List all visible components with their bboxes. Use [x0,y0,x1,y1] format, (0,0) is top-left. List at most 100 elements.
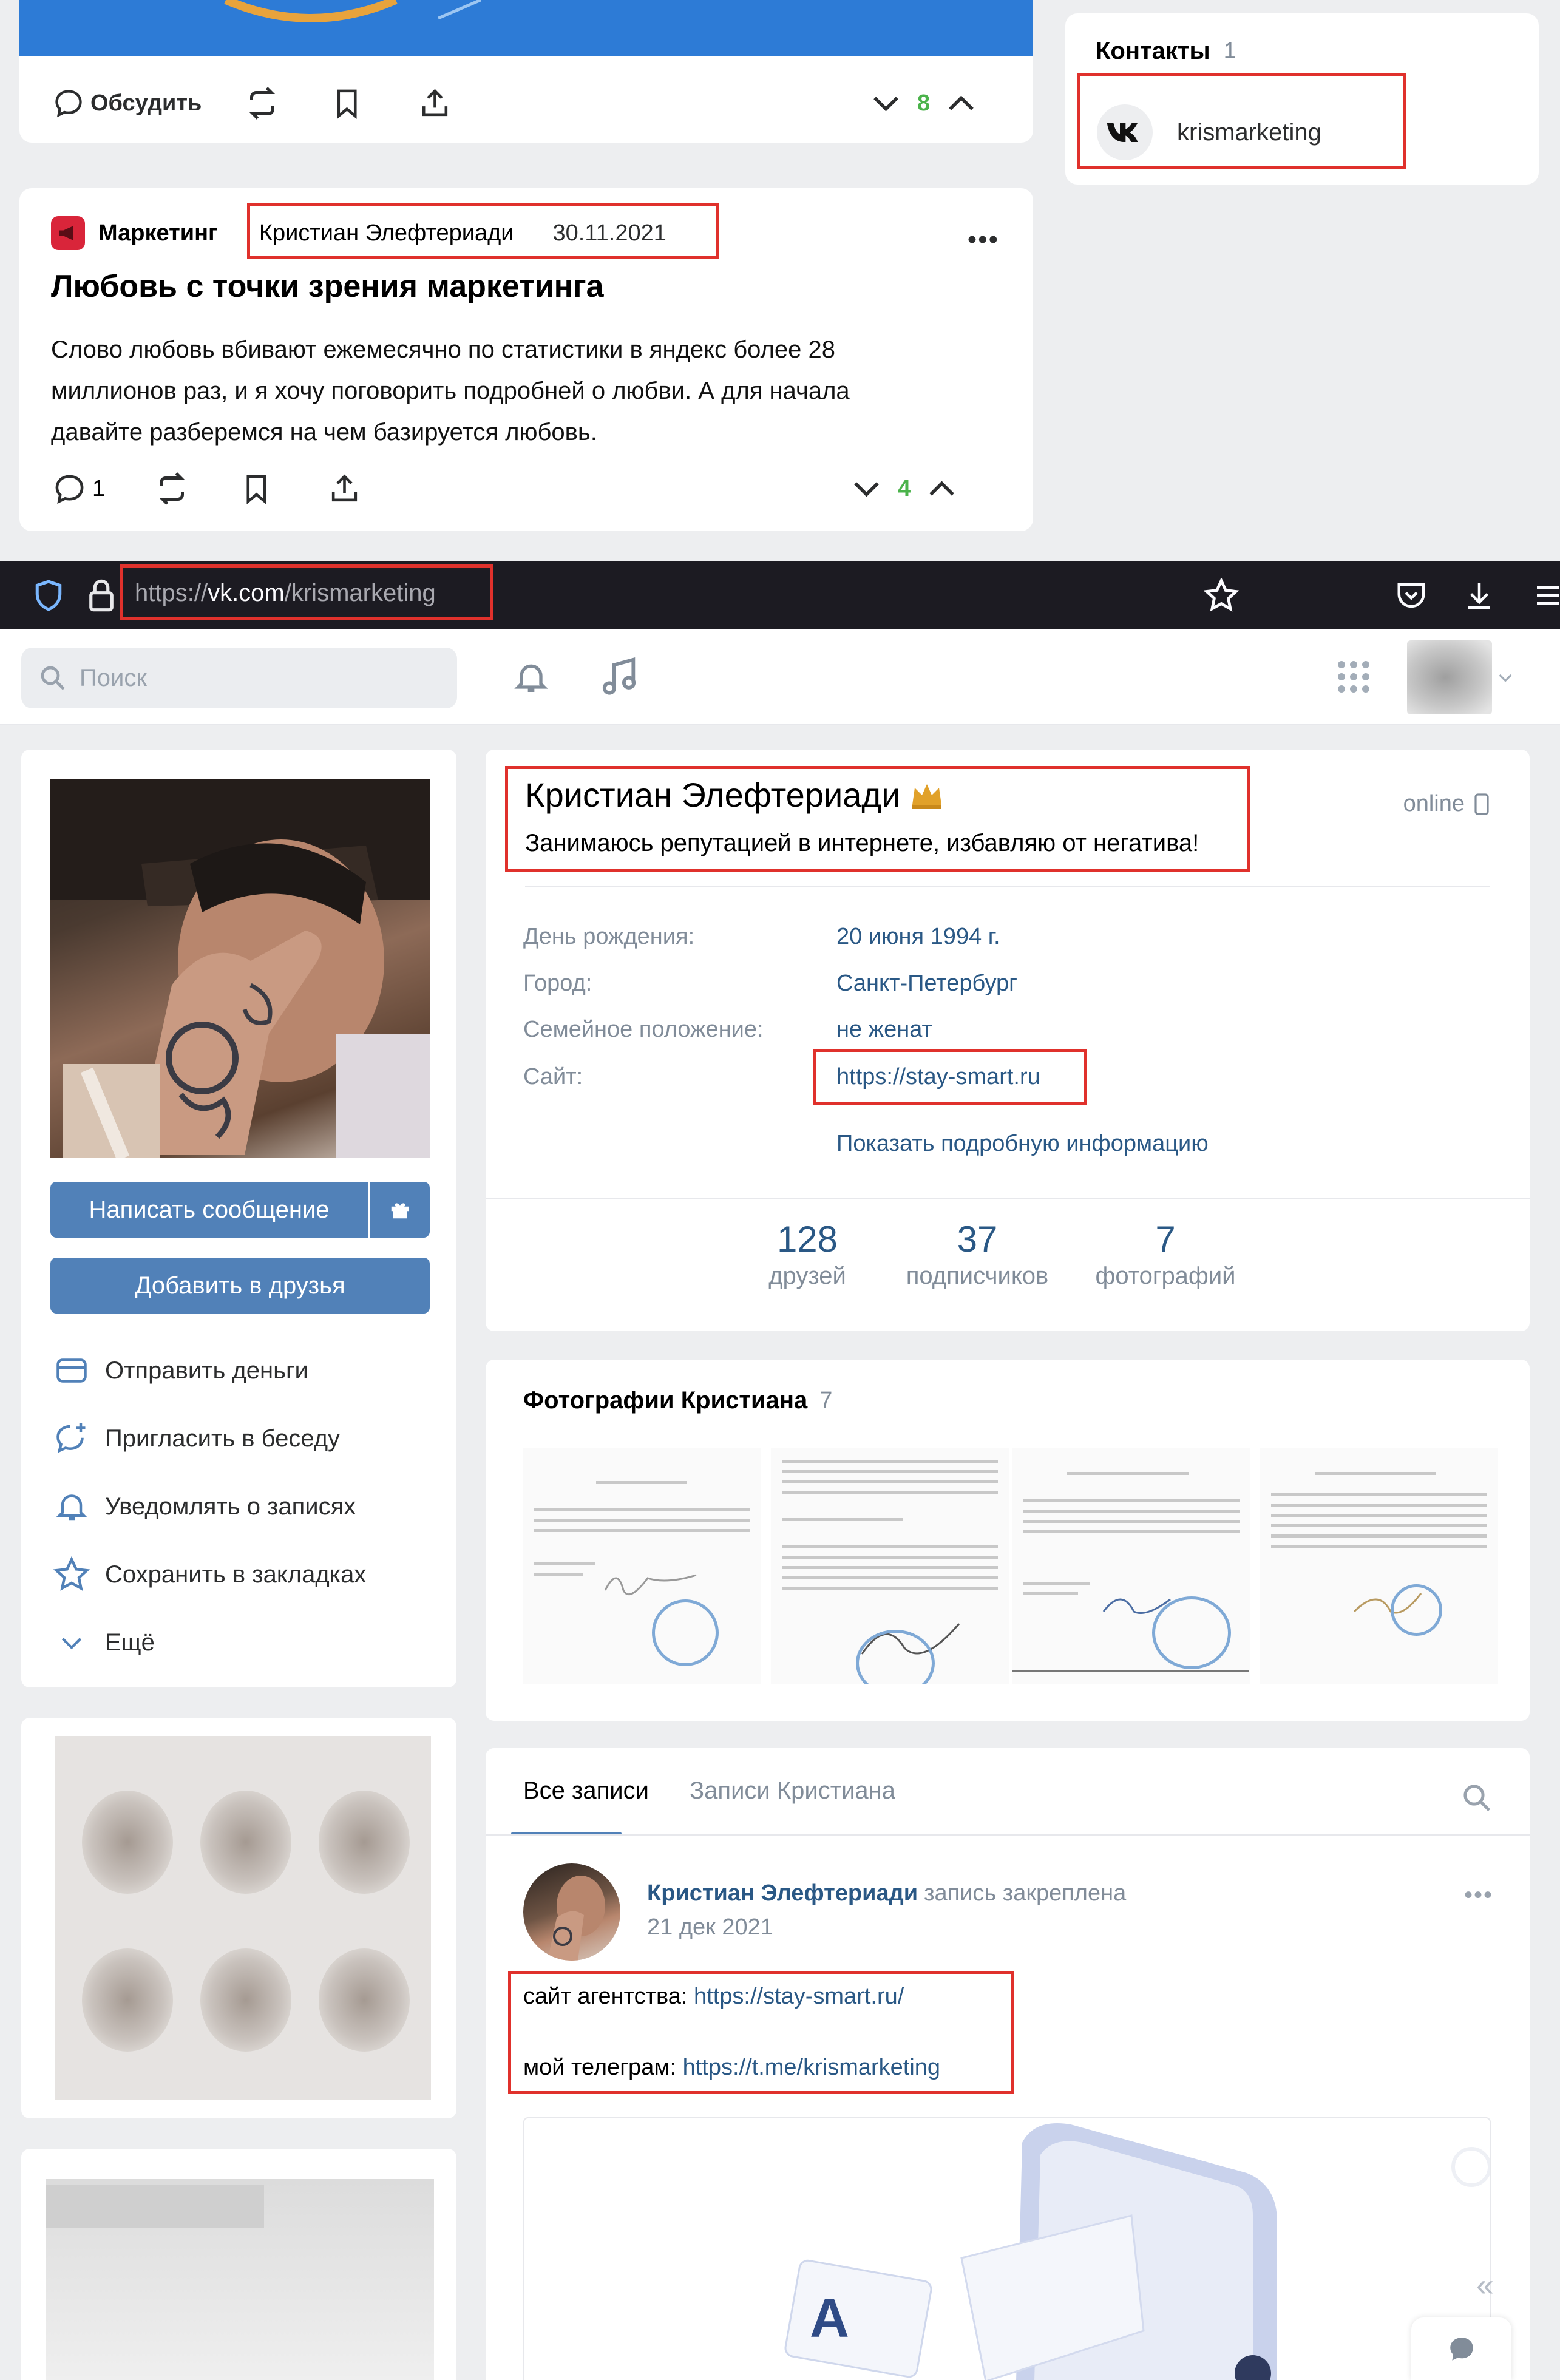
photo-thumbnail[interactable] [523,1448,761,1684]
post-author-avatar[interactable] [523,1863,620,1961]
show-details-link[interactable]: Показать подробную информацию [836,1131,1209,1157]
pinned-label: запись закреплена [924,1880,1127,1906]
share-icon[interactable] [418,87,452,120]
wall-post-image[interactable]: A [523,2117,1491,2380]
send-money-label: Отправить деньги [105,1357,308,1384]
downvote-icon[interactable] [850,472,883,506]
tab-all-posts-label: Все записи [523,1777,649,1804]
friend-avatar[interactable] [200,1948,291,2052]
search-placeholder: Поиск [80,664,147,691]
city-value[interactable]: Санкт-Петербург [836,971,1017,997]
search-icon[interactable] [1460,1782,1493,1814]
profile-menu-button[interactable] [1407,640,1515,714]
chat-button[interactable] [1411,2317,1511,2380]
friends-count: 128 [776,1219,838,1260]
divider [486,1834,1530,1836]
post-text-line-2: миллионов раз, и я хочу поговорить подро… [51,378,850,404]
signature-icon [604,1574,697,1596]
friend-avatar[interactable] [319,1948,410,2052]
friends-counter[interactable]: 128 друзей [741,1218,874,1290]
photo-thumbnail[interactable] [771,1448,1009,1684]
search-icon [41,666,65,690]
photos-title[interactable]: Фотографии Кристиана [523,1387,807,1414]
star-icon [53,1556,90,1592]
download-icon[interactable] [1463,579,1496,612]
gift-button[interactable] [370,1182,430,1238]
relationship-label: Семейное положение: [523,1017,764,1042]
contacts-count: 1 [1223,38,1236,64]
post-text-line-1: Слово любовь вбивают ежемесячно по стати… [51,336,835,363]
pocket-icon[interactable] [1395,579,1428,612]
upvote-icon[interactable] [944,87,978,120]
profile-sidebar: Написать сообщение Добавить в друзья Отп… [21,750,456,1687]
post-title[interactable]: Любовь с точки зрения маркетинга [51,268,604,305]
contacts-title: Контакты [1096,38,1210,64]
repost-icon[interactable] [244,85,280,121]
repost-icon[interactable] [154,470,190,507]
highlight-post-links [508,1971,1014,2094]
profile-photo[interactable] [50,779,430,1158]
downvote-icon[interactable] [869,87,903,120]
notify-posts-label: Уведомлять о записях [105,1493,356,1520]
discuss-label: Обсудить [90,90,202,116]
save-bookmarks-item[interactable]: Сохранить в закладках [50,1553,366,1596]
star-icon[interactable] [1204,578,1239,613]
chat-icon [1450,2337,1473,2361]
highlight-site [813,1049,1087,1105]
more-item[interactable]: Ещё [50,1621,155,1664]
apps-grid-icon[interactable] [1335,659,1372,695]
followers-counter[interactable]: 37 подписчиков [886,1218,1068,1290]
user-avatar [1407,640,1492,714]
rating-value: 4 [898,475,911,501]
highlight-name-status [505,766,1250,872]
highlight-url [120,564,493,620]
site-label: Сайт: [523,1064,583,1090]
notification-bell-icon[interactable] [512,658,551,697]
more-label: Ещё [105,1629,155,1656]
friend-avatar[interactable] [82,1791,173,1894]
write-message-label: Написать сообщение [89,1196,330,1223]
notify-posts-item[interactable]: Уведомлять о записях [50,1485,356,1528]
collapse-arrows-icon[interactable]: « [1476,2267,1494,2304]
lock-icon[interactable] [88,578,115,612]
comments-button[interactable]: 1 [53,472,105,506]
upvote-icon[interactable] [925,472,958,506]
portrait-image [548,1876,605,1961]
music-icon[interactable] [598,656,640,699]
post-2-actions: 1 [53,470,361,507]
invite-chat-item[interactable]: Пригласить в беседу [50,1417,340,1460]
photo-thumbnail[interactable] [1012,1448,1250,1684]
friend-avatar[interactable] [319,1791,410,1894]
menu-icon[interactable] [1536,579,1560,612]
bookmark-icon[interactable] [330,87,364,120]
illustration-image: A [784,2123,1490,2380]
share-icon[interactable] [328,472,361,506]
blurred-block [21,2149,456,2380]
tab-all-posts[interactable]: Все записи [523,1777,649,1805]
more-options-icon[interactable]: ••• [968,225,999,255]
search-input[interactable]: Поиск [21,648,457,708]
friend-avatar[interactable] [82,1948,173,2052]
comment-icon [55,90,82,118]
send-money-item[interactable]: Отправить деньги [50,1349,308,1392]
shield-icon[interactable] [33,578,64,612]
community-avatar [51,216,85,250]
write-message-button[interactable]: Написать сообщение [50,1182,368,1238]
discuss-button[interactable]: Обсудить [53,87,202,119]
add-friend-button[interactable]: Добавить в друзья [50,1258,430,1314]
post-2-rating: 4 [850,470,958,507]
wall-more-options-icon[interactable]: ••• [1464,1882,1493,1909]
wall-post-date[interactable]: 21 дек 2021 [647,1914,773,1941]
abstract-graphic-icon [224,0,481,22]
wall-post-author[interactable]: Кристиан Элефтериади [647,1880,918,1907]
vk-header: Поиск [0,629,1560,725]
friends-block-blurred [21,1718,456,2118]
tab-own-posts[interactable]: Записи Кристиана [690,1777,895,1805]
community-name[interactable]: Маркетинг [98,220,218,246]
relationship-value[interactable]: не женат [836,1017,932,1043]
birthday-value[interactable]: 20 июня 1994 г. [836,924,1000,950]
photos-counter[interactable]: 7 фотографий [1087,1218,1244,1290]
photo-thumbnail[interactable] [1260,1448,1498,1684]
friend-avatar[interactable] [200,1791,291,1894]
bookmark-icon[interactable] [240,472,273,506]
